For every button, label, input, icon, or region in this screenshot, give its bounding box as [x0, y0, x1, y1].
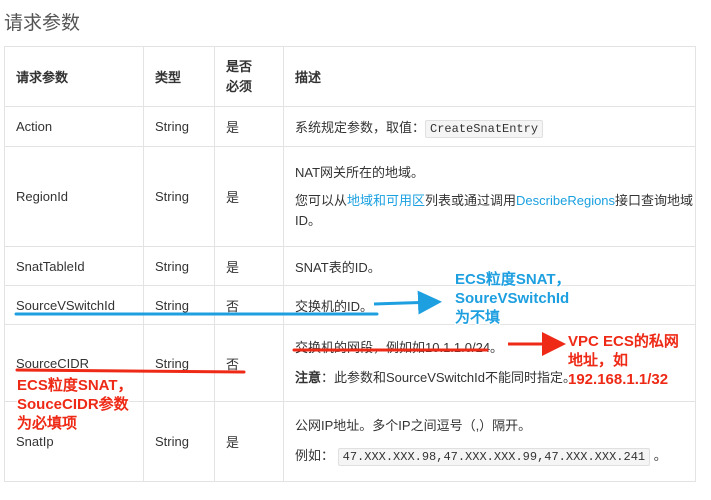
param-type: String	[143, 246, 215, 286]
param-type: String	[143, 401, 215, 482]
table-row: Action String 是 系统规定参数，取值： CreateSnatEntr…	[4, 106, 696, 147]
param-required: 是	[214, 106, 284, 147]
red-annotation-right: VPC ECS的私网 地址，如 192.168.1.1/32	[568, 333, 679, 388]
regions-zones-link[interactable]: 地域和可用区	[347, 193, 425, 208]
param-name: SnatTableId	[4, 246, 144, 286]
param-type: String	[143, 285, 215, 325]
param-desc: 系统规定参数，取值： CreateSnatEntry	[283, 106, 696, 147]
param-name: RegionId	[4, 146, 144, 247]
table-header-row: 请求参数 类型 是否必须 描述	[4, 46, 696, 107]
param-required: 否	[214, 324, 284, 402]
param-desc: NAT网关所在的地域。 您可以从地域和可用区列表或通过调用DescribeReg…	[283, 146, 696, 247]
param-name: Action	[4, 106, 144, 147]
code-value: CreateSnatEntry	[425, 120, 544, 138]
param-required: 否	[214, 285, 284, 325]
header-description: 描述	[283, 46, 696, 107]
describe-regions-link[interactable]: DescribeRegions	[516, 193, 615, 208]
header-param: 请求参数	[4, 46, 144, 107]
param-name: SourceVSwitchId	[4, 285, 144, 325]
section-title: 请求参数	[4, 13, 81, 34]
blue-annotation: ECS粒度SNAT， SoureVSwitchId 为不填	[455, 271, 571, 326]
param-required: 是	[214, 246, 284, 286]
red-annotation-left: ECS粒度SNAT， SouceCIDR参数 为必填项	[17, 377, 133, 432]
param-required: 是	[214, 146, 284, 247]
param-required: 是	[214, 401, 284, 482]
table-row: SnatTableId String 是 SNAT表的ID。	[4, 246, 696, 286]
param-type: String	[143, 146, 215, 247]
param-type: String	[143, 106, 215, 147]
code-value: 47.XXX.XXX.98,47.XXX.XXX.99,47.XXX.XXX.2…	[337, 448, 651, 466]
table-row: SourceVSwitchId String 否 交换机的ID。	[4, 285, 696, 325]
param-desc: 公网IP地址。多个IP之间逗号（,）隔开。 例如： 47.XXX.XXX.98,…	[283, 401, 696, 482]
param-type: String	[143, 324, 215, 402]
header-type: 类型	[143, 46, 215, 107]
table-row: RegionId String 是 NAT网关所在的地域。 您可以从地域和可用区…	[4, 146, 696, 247]
header-required: 是否必须	[214, 46, 284, 107]
